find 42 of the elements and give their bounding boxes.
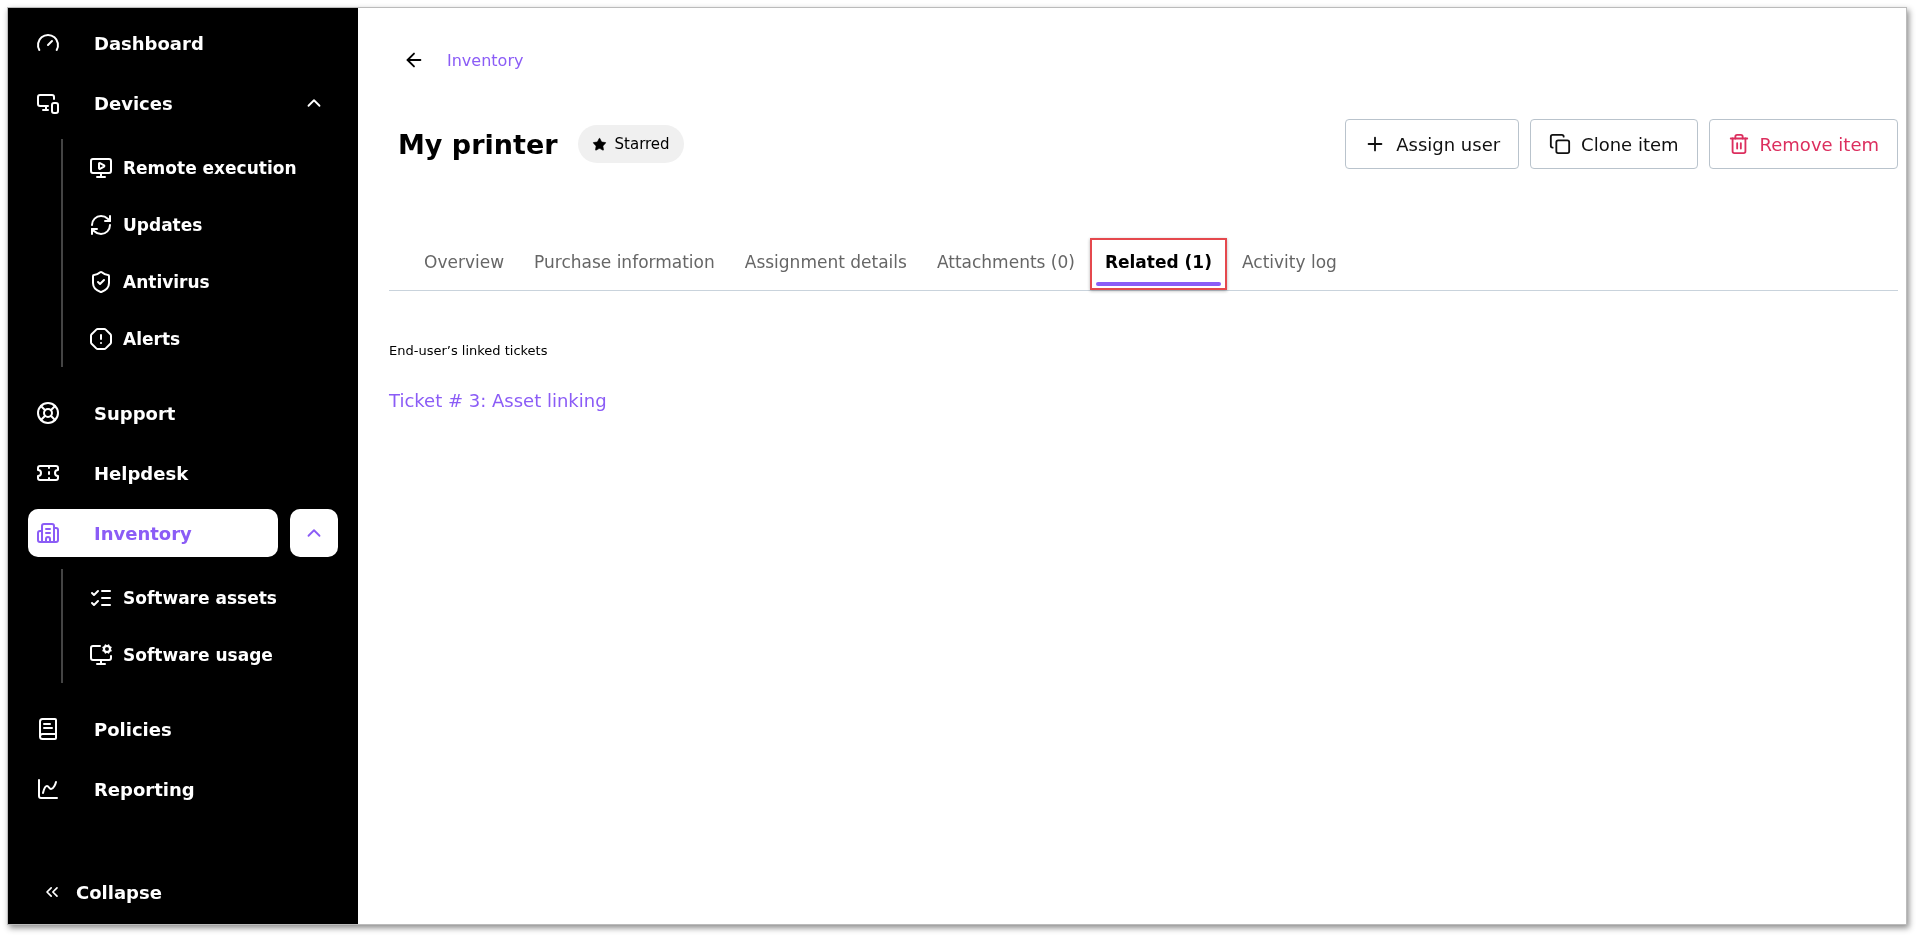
breadcrumb-link[interactable]: Inventory [447,50,524,70]
trash-icon [1727,133,1750,155]
lifebuoy-icon [36,401,60,425]
sidebar-subitem[interactable]: Software usage [63,626,358,683]
section-heading: End-user’s linked tickets [389,343,549,358]
shield-check-icon [89,269,113,294]
collapse-button[interactable]: Collapse [8,872,358,912]
tab[interactable]: Assignment details [729,238,922,290]
action-button[interactable]: Clone item [1530,119,1698,169]
sidebar-item[interactable]: Support [28,389,338,437]
monitor-cog-icon [89,642,113,667]
tab[interactable]: Overview [409,238,520,290]
chevron-button[interactable] [290,509,338,557]
monitor-play-icon [89,155,113,180]
copy-icon [1549,133,1572,155]
ticket-link[interactable]: Ticket # 3: Asset linking [389,390,607,411]
book-icon [36,717,60,741]
buildings-icon [36,521,60,545]
sidebar-item[interactable]: Dashboard [28,19,338,67]
sidebar-subitem[interactable]: Antivirus [63,253,358,310]
action-button[interactable]: Assign user [1345,119,1520,169]
tab[interactable]: Purchase information [519,238,730,290]
sidebar-item[interactable]: Reporting [28,765,338,813]
refresh-icon [89,212,113,237]
page-title: My printer [398,128,558,160]
sidebar-subitem[interactable]: Updates [63,196,358,253]
starred-chip[interactable]: Starred [577,125,684,163]
sidebar-item[interactable]: Inventory [28,509,278,557]
tab[interactable]: Related (1) [1089,238,1227,290]
action-button[interactable]: Remove item [1708,119,1898,169]
line-chart-icon [36,777,60,801]
tab[interactable]: Attachments (0) [921,238,1090,290]
alert-icon [89,326,113,351]
tab[interactable]: Activity log [1226,238,1352,290]
sidebar-item[interactable]: Devices [28,79,278,127]
sidebar-subitem[interactable]: Software assets [63,569,358,626]
sidebar-item[interactable]: Helpdesk [28,449,338,497]
sidebar-item[interactable]: Policies [28,705,338,753]
sidebar-subitem[interactable]: Remote execution [63,139,358,196]
star-icon [591,136,607,152]
devices-icon [36,91,60,115]
sidebar-subitem[interactable]: Alerts [63,310,358,367]
